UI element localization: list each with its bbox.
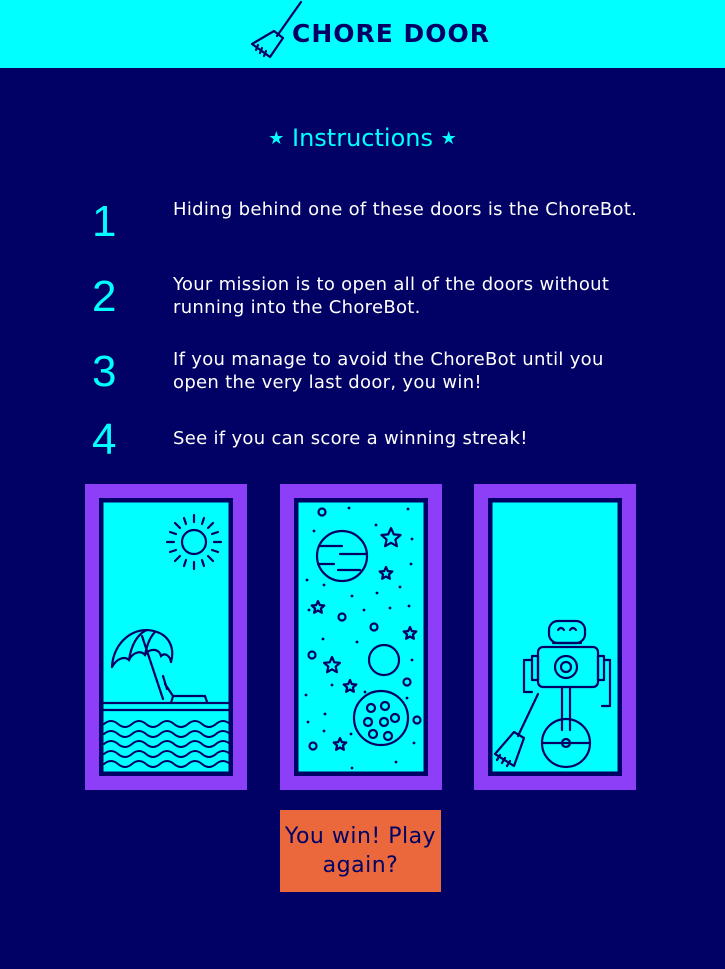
step-text: Hiding behind one of these doors is the … — [173, 199, 638, 220]
beach-icon — [99, 498, 233, 776]
chorebot-icon — [488, 498, 622, 776]
step-text: If you manage to avoid the ChoreBot unti… — [173, 349, 604, 393]
step-number: 2 — [92, 272, 117, 321]
step-number: 4 — [92, 415, 117, 464]
step-number: 3 — [92, 347, 117, 396]
play-again-button[interactable]: You win! Play again? — [280, 810, 441, 892]
star-icon: ★ — [268, 128, 285, 149]
step-text: See if you can score a winning streak! — [173, 428, 528, 449]
chorebot-door[interactable] — [474, 484, 636, 790]
instructions-heading: ★ Instructions ★ — [0, 124, 725, 152]
space-door[interactable] — [280, 484, 442, 790]
step-number: 1 — [92, 197, 117, 246]
beach-door[interactable] — [85, 484, 247, 790]
app-title: CHORE DOOR — [292, 19, 491, 48]
space-icon — [294, 498, 428, 776]
instructions-title: Instructions — [292, 124, 433, 152]
header-bar: CHORE DOOR — [0, 0, 725, 68]
star-icon: ★ — [440, 128, 457, 149]
step-text: Your mission is to open all of the doors… — [173, 274, 610, 318]
